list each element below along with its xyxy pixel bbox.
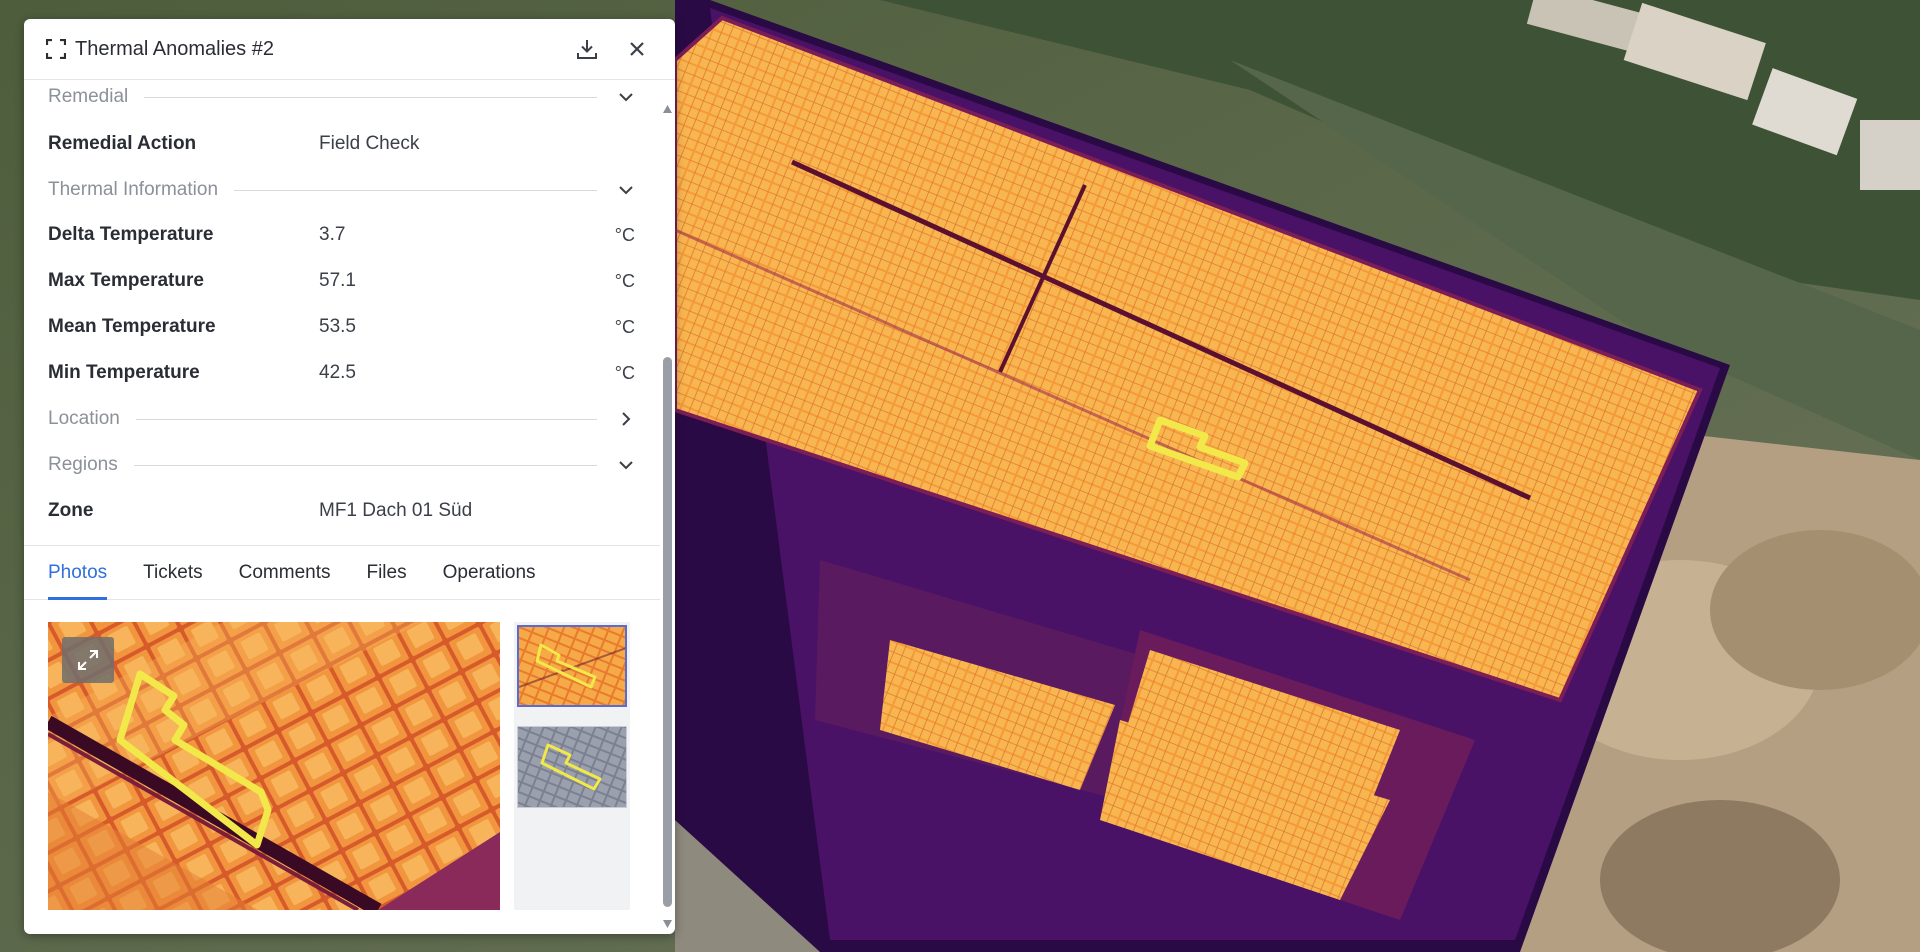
section-divider: [133, 464, 597, 466]
field-label: Mean Temperature: [48, 316, 216, 337]
field-label: Min Temperature: [48, 362, 200, 383]
thermal-photo-image: [48, 622, 500, 910]
field-max-temperature: Max Temperature 57.1 °C: [48, 267, 635, 295]
photo-thumbnail-thermal[interactable]: [517, 625, 627, 707]
field-unit: °C: [614, 270, 635, 291]
tab-files[interactable]: Files: [366, 546, 406, 599]
section-thermal-information[interactable]: Thermal Information: [48, 176, 635, 204]
chevron-down-icon[interactable]: [617, 88, 635, 106]
chevron-down-icon[interactable]: [617, 181, 635, 199]
section-divider: [135, 418, 597, 420]
field-label: Max Temperature: [48, 270, 204, 291]
field-unit: °C: [614, 224, 635, 245]
field-value: 53.5: [319, 316, 356, 337]
field-delta-temperature: Delta Temperature 3.7 °C: [48, 221, 635, 249]
section-location-label: Location: [48, 408, 120, 429]
scroll-thumb[interactable]: [663, 357, 672, 907]
expand-icon: [78, 650, 98, 670]
anomaly-detail-panel: Thermal Anomalies #2 Remedial Remedial A…: [24, 19, 675, 934]
photo-thumbnail-visual[interactable]: [517, 726, 627, 808]
panel-content: Remedial Remedial Action Field Check The…: [24, 81, 660, 934]
chevron-right-icon[interactable]: [617, 410, 635, 428]
thumbnail-visual-image: [518, 727, 626, 807]
photo-thumbnail-strip: [514, 622, 630, 910]
field-value: MF1 Dach 01 Süd: [319, 500, 473, 521]
section-divider: [234, 189, 597, 191]
field-label: Delta Temperature: [48, 224, 214, 245]
panel-scrollbar[interactable]: [660, 81, 675, 934]
panel-title: Thermal Anomalies #2: [75, 37, 274, 60]
section-remedial-label: Remedial: [48, 86, 129, 107]
focus-frame-icon[interactable]: [46, 39, 66, 59]
tab-photos[interactable]: Photos: [48, 546, 108, 600]
field-label: Zone: [48, 500, 94, 521]
section-regions-label: Regions: [48, 454, 118, 475]
field-label: Remedial Action: [48, 133, 197, 154]
panel-header: Thermal Anomalies #2: [24, 19, 675, 80]
tab-tickets[interactable]: Tickets: [143, 546, 202, 599]
tab-comments[interactable]: Comments: [239, 546, 331, 599]
section-remedial[interactable]: Remedial: [48, 83, 635, 111]
scroll-down-arrow-icon[interactable]: [663, 920, 672, 928]
close-button[interactable]: [623, 35, 651, 63]
section-thermal-label: Thermal Information: [48, 179, 219, 200]
field-mean-temperature: Mean Temperature 53.5 °C: [48, 313, 635, 341]
section-location[interactable]: Location: [48, 405, 635, 433]
field-unit: °C: [614, 362, 635, 383]
detail-tabs: Photos Tickets Comments Files Operations: [24, 545, 660, 600]
field-unit: °C: [614, 316, 635, 337]
field-zone: Zone MF1 Dach 01 Süd: [48, 497, 635, 525]
scroll-up-arrow-icon[interactable]: [663, 105, 672, 113]
chevron-down-icon[interactable]: [617, 456, 635, 474]
field-value: 42.5: [319, 362, 356, 383]
field-value: Field Check: [319, 133, 420, 154]
close-icon: [630, 42, 644, 56]
thumbnail-thermal-image: [519, 627, 625, 705]
tab-operations[interactable]: Operations: [443, 546, 536, 599]
field-value: 3.7: [319, 224, 346, 245]
field-remedial-action: Remedial Action Field Check: [48, 130, 635, 158]
thermal-photo-preview[interactable]: [48, 622, 500, 910]
expand-photo-button[interactable]: [62, 637, 114, 683]
download-icon: [577, 40, 597, 59]
download-button[interactable]: [573, 35, 601, 63]
field-value: 57.1: [319, 270, 356, 291]
field-min-temperature: Min Temperature 42.5 °C: [48, 359, 635, 387]
section-regions[interactable]: Regions: [48, 451, 635, 479]
section-divider: [144, 96, 597, 98]
